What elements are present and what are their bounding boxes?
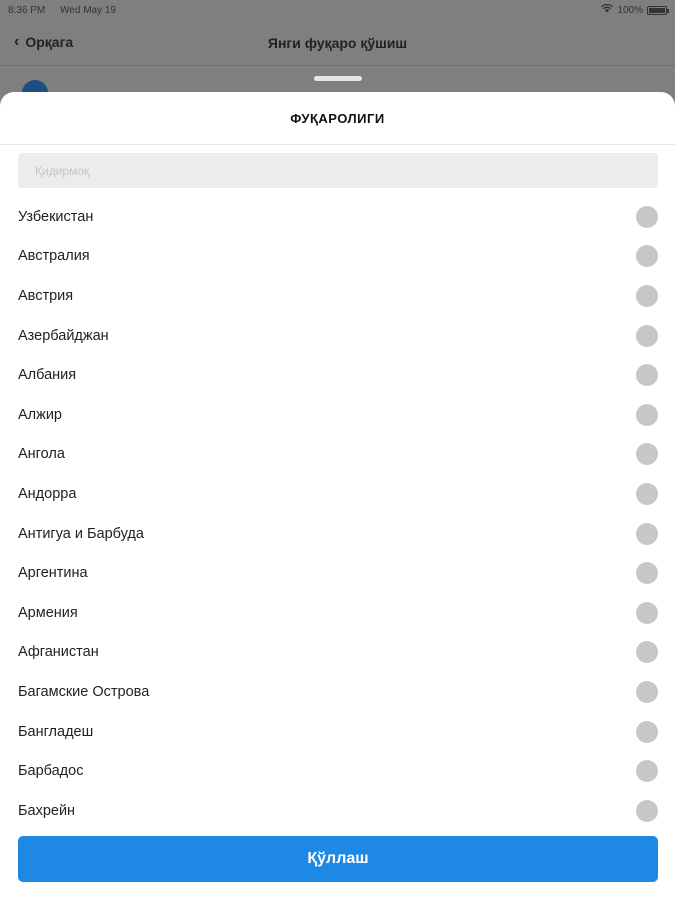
radio-button[interactable] <box>636 522 658 545</box>
radio-button[interactable] <box>636 562 658 585</box>
sheet-title: ФУҚАРОЛИГИ <box>290 110 385 126</box>
list-item[interactable]: Бангладеш <box>0 712 675 752</box>
country-label: Азербайджан <box>18 327 109 344</box>
list-item[interactable]: Алжир <box>0 395 675 435</box>
radio-button[interactable] <box>636 760 658 783</box>
search-input[interactable] <box>18 153 658 188</box>
search-container <box>0 145 675 188</box>
sheet-footer: Қўллаш <box>0 822 675 900</box>
sheet-header: ФУҚАРОЛИГИ <box>0 92 675 145</box>
list-item[interactable]: Барбадос <box>0 751 675 791</box>
status-bar: 8:36 PM Wed May 19 100% <box>0 0 675 20</box>
list-item[interactable]: Ангола <box>0 435 675 475</box>
country-label: Албания <box>18 367 77 384</box>
radio-button[interactable] <box>636 364 658 387</box>
battery-percent: 100% <box>617 4 643 16</box>
country-label: Антигуа и Барбуда <box>18 525 144 542</box>
status-date: Wed May 19 <box>60 4 116 16</box>
radio-button[interactable] <box>636 324 658 347</box>
list-item[interactable]: Аргентина <box>0 553 675 593</box>
country-label: Бахрейн <box>18 802 76 819</box>
country-label: Узбекистан <box>18 208 94 225</box>
country-label: Ангола <box>18 446 65 463</box>
country-label: Барбадос <box>18 763 84 780</box>
status-time: 8:36 PM <box>8 4 46 16</box>
radio-button[interactable] <box>636 601 658 624</box>
radio-button[interactable] <box>636 403 658 426</box>
apply-button[interactable]: Қўллаш <box>18 836 658 882</box>
country-label: Афганистан <box>18 644 99 661</box>
list-item[interactable]: Антигуа и Барбуда <box>0 514 675 554</box>
list-item[interactable]: Афганистан <box>0 633 675 673</box>
country-label: Бангладеш <box>18 723 94 740</box>
radio-button[interactable] <box>636 641 658 664</box>
list-item[interactable]: Австралия <box>0 237 675 277</box>
list-item[interactable]: Узбекистан <box>0 197 675 237</box>
country-label: Алжир <box>18 406 62 423</box>
radio-button[interactable] <box>636 245 658 268</box>
country-label: Армения <box>18 604 78 621</box>
radio-button[interactable] <box>636 443 658 466</box>
radio-button[interactable] <box>636 284 658 307</box>
list-item[interactable]: Андорра <box>0 474 675 514</box>
list-item[interactable]: Азербайджан <box>0 316 675 356</box>
list-item[interactable]: Австрия <box>0 276 675 316</box>
country-label: Австралия <box>18 248 90 265</box>
list-item[interactable]: Армения <box>0 593 675 633</box>
country-label: Андорра <box>18 485 77 502</box>
country-label: Багамские Острова <box>18 683 150 700</box>
country-list: Узбекистан Австралия Австрия Азербайджан… <box>0 197 675 831</box>
radio-button[interactable] <box>636 205 658 228</box>
sheet-grabber-handle[interactable] <box>314 76 362 81</box>
citizenship-sheet: ФУҚАРОЛИГИ Узбекистан Австралия Австрия … <box>0 92 675 900</box>
country-label: Аргентина <box>18 565 88 582</box>
radio-button[interactable] <box>636 720 658 743</box>
list-item[interactable]: Албания <box>0 355 675 395</box>
radio-button[interactable] <box>636 482 658 505</box>
battery-icon <box>647 5 669 15</box>
radio-button[interactable] <box>636 680 658 703</box>
country-label: Австрия <box>18 287 74 304</box>
wifi-icon <box>601 3 614 16</box>
page-title: Янги фуқаро қўшиш <box>267 35 408 51</box>
navigation-bar: ‹ Орқага Янги фуқаро қўшиш <box>0 20 675 66</box>
list-item[interactable]: Багамские Острова <box>0 672 675 712</box>
radio-button[interactable] <box>636 799 658 822</box>
